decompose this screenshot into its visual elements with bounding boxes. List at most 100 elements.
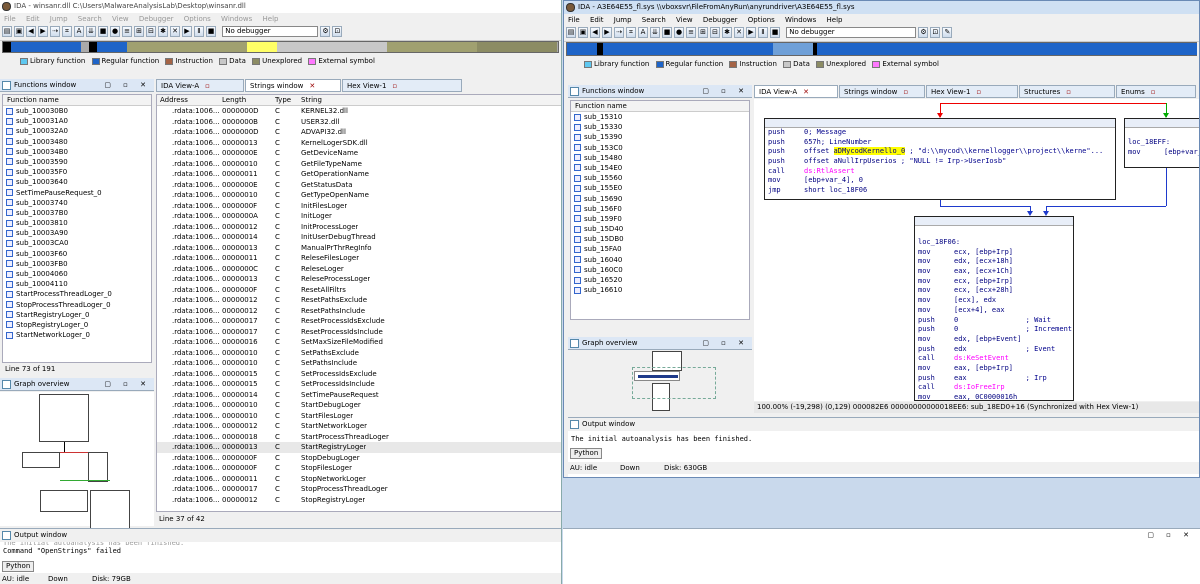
run-icon[interactable]: ● (110, 26, 120, 37)
search-next-icon[interactable]: ⇊ (650, 27, 660, 38)
asm-instruction[interactable]: push eax ; Irp (915, 374, 1073, 384)
tab-strings-window[interactable]: Strings window ✕ (245, 79, 341, 92)
string-row[interactable]: .rdata:1006... 00000012 C ResetPathsInclude (157, 306, 561, 317)
function-list-item[interactable]: sub_10003640 (3, 177, 151, 187)
stop-debug-icon[interactable]: ■ (770, 27, 780, 38)
string-row[interactable]: .rdata:1006... 00000017 C ResetProcessIdsEx… (157, 316, 561, 327)
asm-instruction[interactable]: push offset aDMycodKernello_0 ; "d:\\myco… (765, 147, 1115, 157)
asm-instruction[interactable]: push 657h; LineNumber (765, 138, 1115, 148)
string-row[interactable]: .rdata:1006... 00000011 C StopNetworkLoger (157, 474, 561, 485)
asm-instruction[interactable]: mov [ecx+4], eax (915, 306, 1073, 316)
graph-panel-controls[interactable]: ▢ ▫ ✕ (104, 378, 151, 391)
menu-edit[interactable]: Edit (26, 15, 40, 23)
data-icon[interactable]: ⊞ (698, 27, 708, 38)
strings-table[interactable]: Address Length Type String .rdata:1006..… (156, 94, 561, 512)
string-row[interactable]: .rdata:1006... 0000000E C GetDeviceName (157, 148, 561, 159)
string-row[interactable]: .rdata:1006... 0000000D C ADVAPI32.dll (157, 127, 561, 138)
string-row[interactable]: .rdata:1006... 0000000E C GetStatusData (157, 180, 561, 191)
asm-instruction[interactable]: mov [ebp+var_4], 0 (765, 176, 1115, 186)
output-panel-controls[interactable]: ▢ ▫ ✕ (1147, 531, 1194, 539)
asm-instruction[interactable]: call ds:KeSetEvent (915, 354, 1073, 364)
menu-view[interactable]: View (112, 15, 129, 23)
menu-search[interactable]: Search (642, 16, 666, 24)
string-row[interactable]: .rdata:1006... 00000010 C StartFilesLoger (157, 411, 561, 422)
asm-instruction[interactable]: jmp short loc_18F06 (765, 186, 1115, 196)
function-list-item[interactable]: sub_100030B0 (3, 106, 151, 116)
code-icon[interactable]: ≡ (686, 27, 696, 38)
function-list-item[interactable]: sub_100037B0 (3, 208, 151, 218)
function-list-item[interactable]: sub_15D40 (571, 224, 749, 234)
function-name-column-header[interactable]: Function name (3, 95, 151, 106)
column-header-string[interactable]: String (301, 95, 322, 106)
string-row[interactable]: .rdata:1006... 00000017 C StopProcessThread… (157, 484, 561, 495)
menu-windows[interactable]: Windows (221, 15, 252, 23)
string-row[interactable]: .rdata:1006... 00000010 C GetFileTypeName (157, 159, 561, 170)
struct-icon[interactable]: ⊟ (146, 26, 156, 37)
string-row[interactable]: .rdata:1006... 0000000F C InitFilesLoger (157, 201, 561, 212)
function-list-item[interactable]: sub_16520 (571, 275, 749, 285)
string-row[interactable]: .rdata:1006... 0000000B C USER32.dll (157, 117, 561, 128)
tab-close-icon[interactable]: ✕ (803, 86, 809, 99)
asm-instruction[interactable]: push edx ; Event (915, 345, 1073, 355)
struct-icon[interactable]: ⊟ (710, 27, 720, 38)
tab-hex-view-1[interactable]: Hex View-1 ▫ (342, 79, 462, 92)
pointer-icon[interactable]: ✱ (722, 27, 732, 38)
function-list-item[interactable]: sub_10003CA0 (3, 238, 151, 248)
stop-icon[interactable]: ■ (98, 26, 108, 37)
functions-list[interactable]: Function name sub_100030B0 sub_100031A0 su… (2, 94, 152, 363)
function-list-item[interactable]: sub_15560 (571, 173, 749, 183)
string-row[interactable]: .rdata:1006... 00000013 C ReleseProcessLoge… (157, 274, 561, 285)
function-list-item[interactable]: StopProcessThreadLoger_0 (3, 300, 151, 310)
function-list-item[interactable]: sub_15480 (571, 153, 749, 163)
menu-windows[interactable]: Windows (785, 16, 816, 24)
asm-instruction[interactable]: mov ecx, [ebp+Irp] (915, 277, 1073, 287)
function-list-item[interactable]: sub_15DB0 (571, 234, 749, 244)
save-icon[interactable]: ▣ (14, 26, 24, 37)
asm-instruction[interactable]: call ds:IoFreeIrp (915, 383, 1073, 393)
tab-close-icon[interactable]: ▫ (1151, 86, 1156, 99)
function-list-item[interactable]: sub_10003A90 (3, 228, 151, 238)
function-list-item[interactable]: sub_15330 (571, 122, 749, 132)
menu-edit[interactable]: Edit (590, 16, 604, 24)
function-list-item[interactable]: sub_10003FB0 (3, 259, 151, 269)
tab-close-icon[interactable]: ▫ (903, 86, 908, 99)
function-list-item[interactable]: StartNetworkLoger_0 (3, 330, 151, 340)
string-row[interactable]: .rdata:1006... 00000015 C SetProcessIdsIncl… (157, 379, 561, 390)
debugger-select[interactable]: No debugger (786, 27, 917, 38)
string-row[interactable]: .rdata:1006... 00000014 C InitUserDebugThre… (157, 232, 561, 243)
function-list-item[interactable]: sub_100035F0 (3, 167, 151, 177)
code-icon[interactable]: ≡ (122, 26, 132, 37)
string-row[interactable]: .rdata:1006... 0000000A C InitLoger (157, 211, 561, 222)
function-list-item[interactable]: sub_153C0 (571, 143, 749, 153)
asm-block-assert[interactable]: push 0; Message push 657h; LineNumber push of… (764, 118, 1116, 200)
asm-external-symbol[interactable]: ds:KeSetEvent (954, 354, 1009, 362)
window-title-bar[interactable]: IDA - A3E64E55_fl.sys \\vboxsvr\FileFrom… (564, 1, 1199, 14)
string-row[interactable]: .rdata:1006... 00000012 C ResetPathsExclude (157, 295, 561, 306)
string-row[interactable]: .rdata:1006... 00000011 C GetOperationName (157, 169, 561, 180)
asm-instruction[interactable]: push 0 ; Increment (915, 325, 1073, 335)
binary-icon[interactable]: ⌗ (626, 27, 636, 38)
function-list-item[interactable]: sub_10003590 (3, 157, 151, 167)
menu-help[interactable]: Help (827, 16, 843, 24)
text-search-icon[interactable]: A (638, 27, 648, 38)
function-list-item[interactable]: sub_155E0 (571, 183, 749, 193)
column-header-address[interactable]: Address (160, 95, 188, 106)
graph-overview-canvas[interactable] (0, 392, 154, 536)
function-list-item[interactable]: sub_15FA0 (571, 244, 749, 254)
asm-instruction[interactable]: mov ecx, [ebp+Irp] (915, 248, 1073, 258)
settings-icon[interactable]: ⚙ (918, 27, 929, 38)
string-row[interactable]: .rdata:1006... 00000015 C SetProcessIdsExcl… (157, 369, 561, 380)
stop-debug-icon[interactable]: ■ (206, 26, 216, 37)
panel-controls[interactable]: ▢ ▫ ✕ (702, 85, 749, 98)
menu-debugger[interactable]: Debugger (139, 15, 174, 23)
asm-external-symbol[interactable]: ds:RtlAssert (804, 167, 855, 175)
string-row[interactable]: .rdata:1006... 00000012 C StartNetworkLoger (157, 421, 561, 432)
function-name-column-header[interactable]: Function name (571, 101, 749, 112)
menu-file[interactable]: File (568, 16, 580, 24)
asm-instruction[interactable]: push 0; Message (765, 128, 1115, 138)
jump-icon[interactable]: ⇢ (50, 26, 60, 37)
string-row[interactable]: .rdata:1006... 00000010 C StartDebugLoger (157, 400, 561, 411)
string-row[interactable]: .rdata:1006... 00000013 C StartRegistryLoge… (157, 442, 561, 453)
function-list-item[interactable]: sub_10003810 (3, 218, 151, 228)
binary-icon[interactable]: ⌗ (62, 26, 72, 37)
